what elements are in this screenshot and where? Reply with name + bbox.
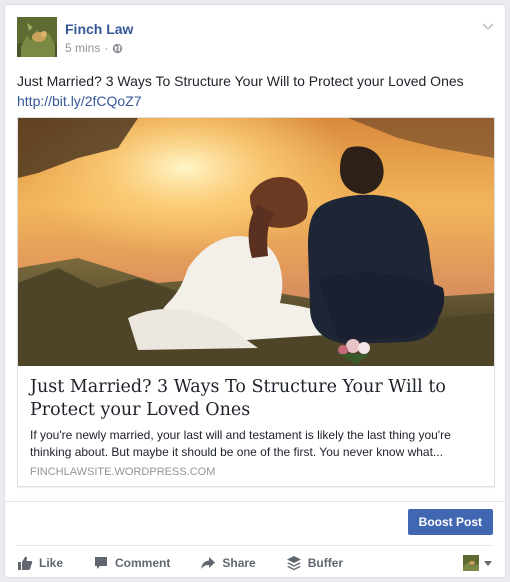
preview-image[interactable] [18, 118, 494, 366]
comment-icon [95, 557, 108, 569]
page-switcher[interactable] [463, 555, 493, 571]
author-name[interactable]: Finch Law [65, 21, 133, 37]
share-arrow-icon [201, 557, 216, 569]
boost-post-button[interactable]: Boost Post [407, 509, 493, 535]
facebook-post-card: Finch Law 5 mins · Just Married? 3 Ways … [4, 4, 506, 578]
chevron-down-icon[interactable] [481, 19, 495, 33]
mini-avatar-image [463, 555, 479, 571]
thumbs-up-icon [18, 556, 33, 570]
link-preview-card[interactable]: Just Married? 3 Ways To Structure Your W… [17, 117, 495, 487]
avatar-image [17, 17, 57, 57]
page-avatar[interactable] [17, 17, 57, 57]
divider [17, 545, 493, 546]
post-timestamp[interactable]: 5 mins [65, 41, 100, 55]
preview-domain: FINCHLAWSITE.WORDPRESS.COM [30, 466, 216, 478]
buffer-icon [286, 556, 301, 571]
caret-down-icon [484, 561, 492, 566]
preview-title[interactable]: Just Married? 3 Ways To Structure Your W… [30, 376, 484, 422]
post-message-text: Just Married? 3 Ways To Structure Your W… [17, 73, 464, 89]
couple-lake-photo [18, 118, 494, 366]
globe-icon[interactable] [112, 43, 123, 54]
share-button[interactable]: Share [200, 555, 256, 571]
meta-separator: · [104, 41, 109, 55]
buffer-button[interactable]: Buffer [286, 555, 343, 571]
post-short-link[interactable]: http://bit.ly/2fCQoZ7 [17, 91, 495, 111]
comment-label: Comment [115, 556, 171, 570]
page-avatar-small [463, 555, 479, 571]
preview-description: If you're newly married, your last will … [30, 428, 451, 459]
like-label: Like [39, 556, 64, 570]
comment-button[interactable]: Comment [93, 555, 170, 571]
divider [5, 501, 505, 502]
share-label: Share [222, 556, 256, 570]
post-message: Just Married? 3 Ways To Structure Your W… [17, 71, 495, 111]
post-actions-bar: Like Comment Share Buffer [17, 549, 493, 577]
post-meta: 5 mins · [65, 41, 123, 55]
buffer-label: Buffer [307, 556, 344, 570]
like-button[interactable]: Like [17, 555, 63, 571]
